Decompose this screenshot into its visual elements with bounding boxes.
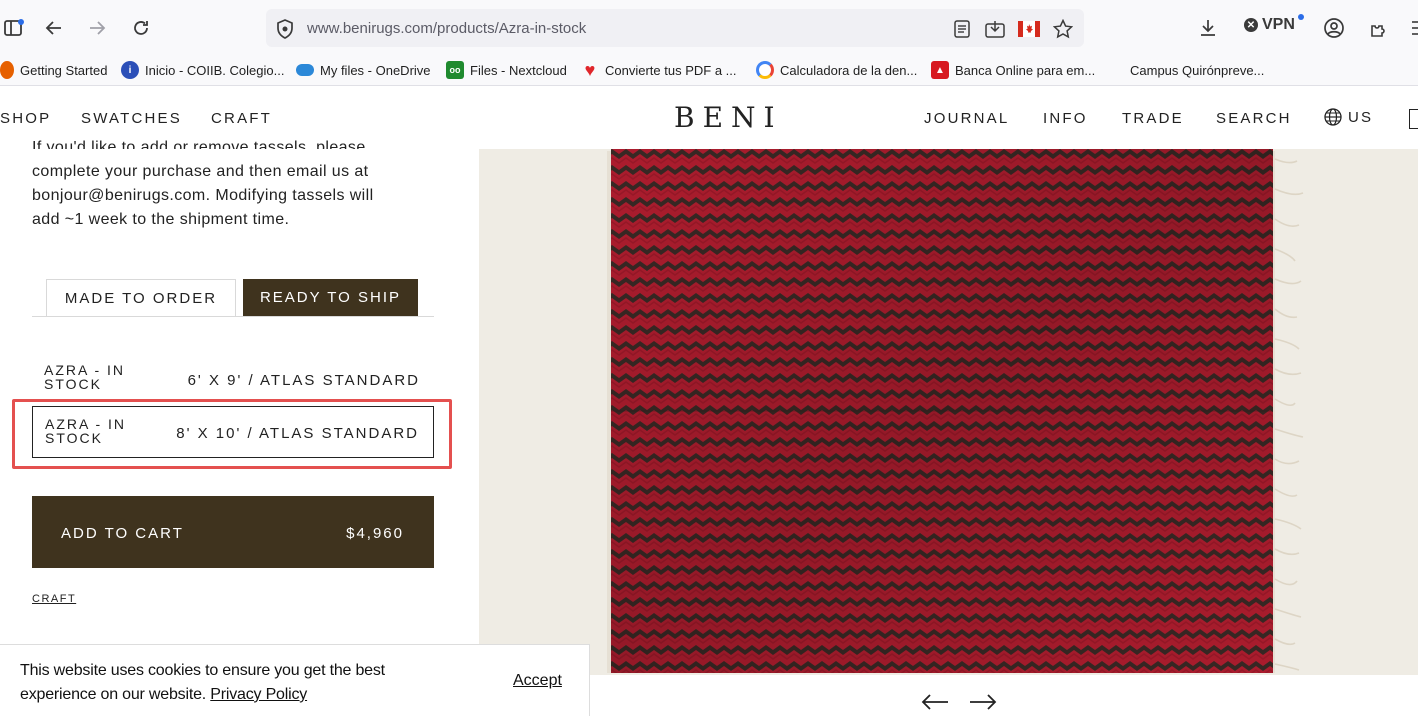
shield-icon[interactable] — [274, 18, 296, 40]
nextcloud-icon: oo — [446, 61, 464, 79]
selection-highlight — [12, 399, 452, 469]
vpn-button[interactable]: ✕ VPN — [1244, 14, 1304, 34]
nav-journal[interactable]: JOURNAL — [924, 110, 1009, 127]
bookmark-label: Getting Started — [20, 62, 108, 78]
bookmark-item[interactable]: Campus Quirónpreve... — [1130, 60, 1264, 80]
bookmark-item[interactable]: oo Files - Nextcloud — [446, 60, 567, 80]
bookmark-label: Campus Quirónpreve... — [1130, 62, 1265, 78]
google-icon — [756, 61, 774, 79]
vpn-label: VPN — [1262, 16, 1295, 33]
globe-icon — [1324, 108, 1342, 126]
extensions-icon[interactable] — [1365, 14, 1393, 42]
address-bar[interactable]: www.benirugs.com/products/Azra-in-stock — [266, 9, 1084, 47]
site-logo[interactable]: BENI — [674, 101, 783, 134]
description-line: add ~1 week to the shipment time. — [32, 211, 290, 228]
nav-trade[interactable]: TRADE — [1122, 110, 1184, 127]
cookie-banner: This website uses cookies to ensure you … — [0, 644, 590, 716]
back-icon[interactable] — [40, 14, 68, 42]
price: $4,960 — [346, 525, 404, 542]
next-image-icon[interactable] — [969, 690, 997, 714]
menu-icon[interactable] — [1404, 14, 1418, 42]
browser-toolbar: www.benirugs.com/products/Azra-in-stock … — [0, 0, 1418, 54]
cookie-line-2: experience on our website. — [20, 686, 207, 703]
nav-swatches[interactable]: SWATCHES — [81, 110, 182, 127]
vpn-notification-dot — [1298, 14, 1304, 20]
region-label: US — [1348, 108, 1374, 126]
sidebar-toggle-icon[interactable] — [0, 14, 28, 42]
bookmark-label: Inicio - COIIB. Colegio... — [145, 62, 285, 78]
tab-made-to-order[interactable]: MADE TO ORDER — [46, 279, 236, 316]
canada-flag-icon[interactable] — [1018, 18, 1040, 40]
bookmark-label: Files - Nextcloud — [470, 62, 567, 78]
bookmark-item[interactable]: ▲ Banca Online para em... — [931, 60, 1095, 80]
variant-option-6x9[interactable]: AZRA - IN STOCK 6' X 9' / ATLAS STANDARD — [32, 353, 434, 405]
add-to-cart-button[interactable]: ADD TO CART $4,960 — [32, 496, 434, 568]
product-image[interactable] — [479, 149, 1418, 675]
variant-name: AZRA - IN STOCK — [44, 362, 126, 392]
nav-search[interactable]: SEARCH — [1216, 110, 1292, 127]
craft-link[interactable]: CRAFT — [32, 593, 76, 605]
cookie-line-1: This website uses cookies to ensure you … — [20, 662, 385, 679]
bookmark-item[interactable]: Getting Started — [0, 60, 107, 80]
bookmark-item[interactable]: ♥ Convierte tus PDF a ... — [581, 60, 737, 80]
bookmark-label: Banca Online para em... — [955, 62, 1096, 78]
add-to-cart-label: ADD TO CART — [61, 525, 184, 542]
save-page-icon[interactable] — [984, 18, 1006, 40]
bookmark-label: Calculadora de la den... — [780, 62, 918, 78]
region-selector[interactable]: US — [1324, 108, 1373, 126]
variant-size: 6' X 9' / ATLAS STANDARD — [187, 372, 420, 389]
prev-image-icon[interactable] — [921, 690, 949, 714]
bookmarks-bar: Getting Started i Inicio - COIIB. Colegi… — [0, 54, 1418, 86]
cookie-text: This website uses cookies to ensure you … — [20, 659, 440, 707]
nav-info[interactable]: INFO — [1043, 110, 1088, 127]
heart-icon: ♥ — [584, 59, 596, 80]
bookmark-item[interactable]: Calculadora de la den... — [756, 60, 917, 80]
description-line: complete your purchase and then email us… — [32, 163, 369, 180]
description-clip — [0, 149, 480, 159]
image-pager — [921, 690, 997, 714]
nav-shop[interactable]: SHOP — [0, 110, 51, 127]
description-line: bonjour@benirugs.com. Modifying tassels … — [32, 187, 374, 204]
accept-cookies-button[interactable]: Accept — [513, 672, 562, 690]
cart-icon[interactable] — [1409, 109, 1418, 129]
bookmark-star-icon[interactable] — [1052, 18, 1074, 40]
reader-view-icon[interactable] — [951, 18, 973, 40]
coiib-icon: i — [121, 61, 139, 79]
vpn-status-icon: ✕ — [1244, 18, 1258, 32]
firefox-icon — [0, 61, 14, 79]
bank-icon: ▲ — [931, 61, 949, 79]
rug-fringe — [1274, 158, 1304, 671]
onedrive-icon — [296, 64, 314, 76]
forward-icon[interactable] — [83, 14, 111, 42]
bookmark-label: Convierte tus PDF a ... — [605, 62, 737, 78]
bookmark-item[interactable]: i Inicio - COIIB. Colegio... — [121, 60, 284, 80]
reload-icon[interactable] — [127, 14, 155, 42]
nav-craft[interactable]: CRAFT — [211, 110, 272, 127]
downloads-icon[interactable] — [1194, 14, 1222, 42]
account-icon[interactable] — [1320, 14, 1348, 42]
bookmark-item[interactable]: My files - OneDrive — [296, 60, 431, 80]
bookmark-label: My files - OneDrive — [320, 62, 431, 78]
rug-image — [607, 149, 1304, 673]
tab-divider — [32, 316, 434, 317]
url-text[interactable]: www.benirugs.com/products/Azra-in-stock — [307, 20, 586, 37]
tab-ready-to-ship[interactable]: READY TO SHIP — [243, 279, 418, 316]
privacy-policy-link[interactable]: Privacy Policy — [210, 686, 307, 703]
